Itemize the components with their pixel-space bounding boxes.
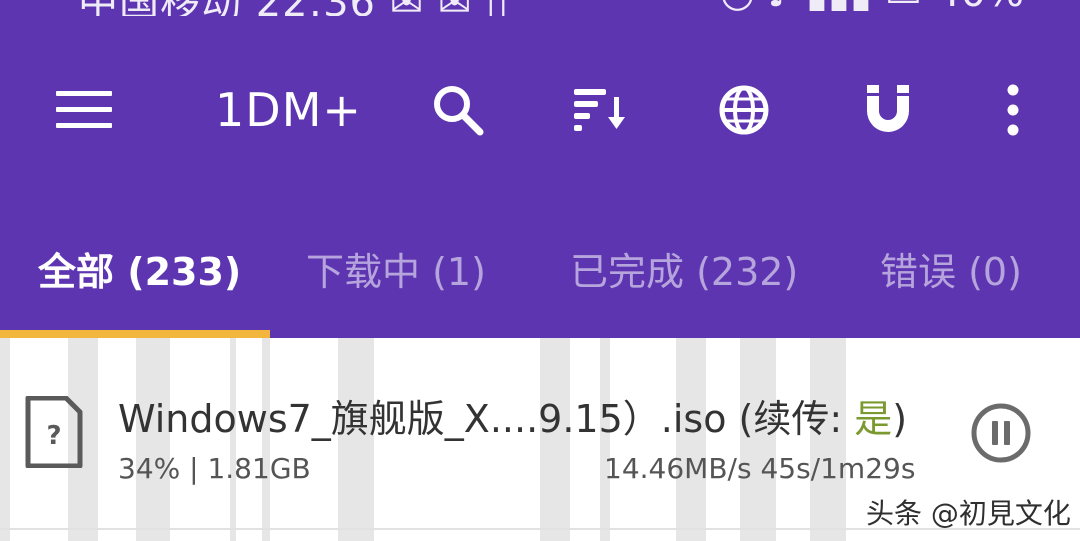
tab-error[interactable]: 错误 (0) [880, 228, 1022, 308]
tab-completed[interactable]: 已完成 (232) [570, 228, 798, 308]
browser-button[interactable] [706, 60, 782, 160]
more-options-button[interactable] [985, 60, 1041, 160]
globe-icon [719, 85, 769, 135]
tab-downloading[interactable]: 下载中 (1) [306, 228, 486, 308]
status-bar-right: ◔ ♪ ▮▮▮ ▭ 40% [720, 0, 1024, 16]
resume-status: 是 [854, 397, 893, 441]
magnet-button[interactable] [850, 60, 926, 160]
search-icon [434, 86, 484, 136]
download-file-name: Windows7_旗舰版_X....9.15）.iso (续传: 是) [118, 388, 907, 443]
file-name-suffix: ) [892, 397, 908, 441]
status-bar-left: 中国移动 22:36 ✉ ✉ ▯ [78, 0, 509, 16]
unknown-file-icon: ? [25, 396, 83, 468]
app-title: 1DM+ [215, 83, 362, 137]
sort-button[interactable] [562, 60, 638, 160]
menu-button[interactable] [46, 60, 122, 160]
hamburger-menu-icon [56, 91, 112, 128]
magnet-icon [867, 85, 909, 132]
file-name-text: Windows7_旗舰版_X....9.15）.iso (续传: [118, 397, 855, 441]
sort-icon [574, 89, 625, 131]
tab-bar: 全部 (233) 下载中 (1) 已完成 (232) 错误 (0) [0, 228, 1080, 308]
pause-icon[interactable] [970, 402, 1032, 464]
more-vertical-icon [1007, 84, 1019, 136]
download-progress-text: 34% | 1.81GB [118, 452, 311, 485]
app-bar: 中国移动 22:36 ✉ ✉ ▯ ◔ ♪ ▮▮▮ ▭ 40% 1DM+ [0, 0, 1080, 338]
toolbar: 1DM+ [0, 60, 1080, 160]
status-bar: 中国移动 22:36 ✉ ✉ ▯ ◔ ♪ ▮▮▮ ▭ 40% [0, 0, 1080, 16]
svg-text:?: ? [46, 421, 61, 451]
tab-all[interactable]: 全部 (233) [38, 228, 241, 308]
watermark-text: 头条 @初見文化 [866, 497, 1071, 530]
search-button[interactable] [420, 60, 496, 160]
download-speed-eta: 14.46MB/s 45s/1m29s [604, 452, 916, 485]
active-tab-indicator [0, 330, 270, 338]
